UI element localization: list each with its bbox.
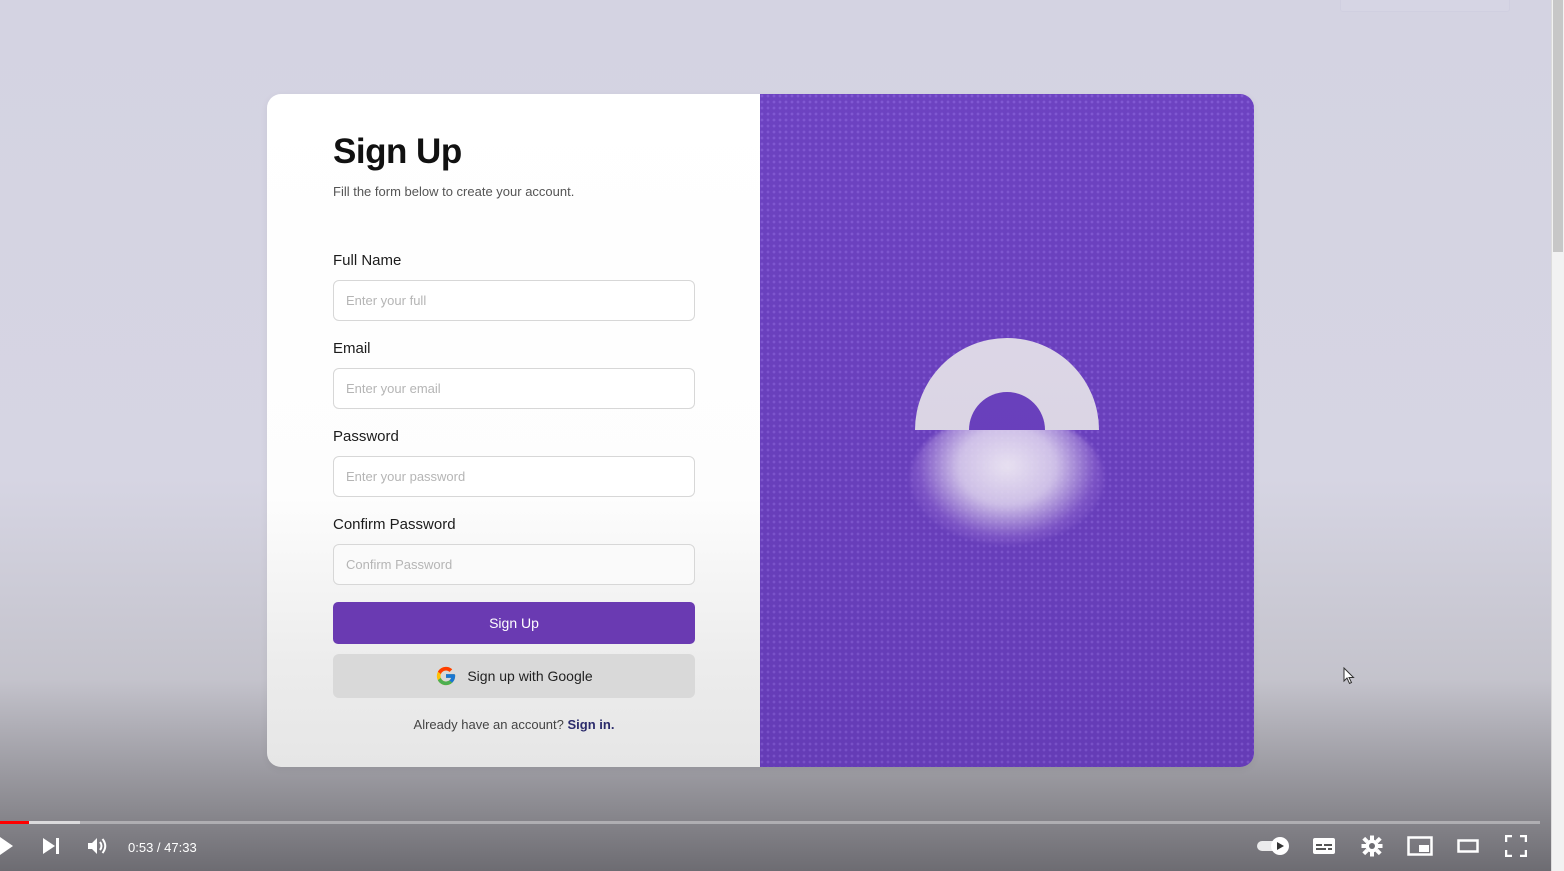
- page-title: Sign Up: [333, 132, 462, 171]
- form-panel: Sign Up Fill the form below to create yo…: [267, 94, 760, 767]
- played-fill: [0, 821, 29, 824]
- illustration-panel: [760, 94, 1254, 767]
- progress-bar[interactable]: [0, 821, 1540, 824]
- gear-icon: [1361, 835, 1383, 857]
- play-button[interactable]: [0, 835, 14, 857]
- lock-icon: [915, 338, 1099, 430]
- sign-in-link[interactable]: Sign in.: [568, 717, 615, 732]
- confirm-password-input[interactable]: [333, 544, 695, 585]
- scrollbar-thumb[interactable]: [1553, 0, 1563, 252]
- volume-icon: [88, 838, 107, 854]
- volume-button[interactable]: [86, 835, 110, 857]
- autoplay-toggle-icon: [1257, 837, 1289, 855]
- full-name-input[interactable]: [333, 280, 695, 321]
- lock-body-glow: [910, 414, 1104, 544]
- fullscreen-icon: [1505, 835, 1527, 857]
- signin-prompt: Already have an account?: [413, 717, 564, 732]
- sign-up-button[interactable]: Sign Up: [333, 602, 695, 644]
- confirm-password-label: Confirm Password: [333, 516, 456, 533]
- theater-mode-icon: [1457, 839, 1479, 853]
- signin-row: Already have an account? Sign in.: [333, 717, 695, 732]
- page-subtitle: Fill the form below to create your accou…: [333, 184, 575, 199]
- download-video-badge: [1340, 0, 1510, 12]
- miniplayer-icon: [1407, 836, 1433, 856]
- settings-button[interactable]: [1360, 835, 1384, 857]
- next-icon: [43, 838, 59, 854]
- google-icon: [437, 666, 456, 686]
- subtitles-button[interactable]: [1311, 835, 1337, 857]
- mouse-cursor-icon: [1343, 667, 1355, 685]
- password-input[interactable]: [333, 456, 695, 497]
- theater-mode-button[interactable]: [1456, 835, 1480, 857]
- google-button-label: Sign up with Google: [467, 668, 593, 684]
- google-sign-up-button[interactable]: Sign up with Google: [333, 654, 695, 698]
- autoplay-toggle[interactable]: [1255, 835, 1291, 857]
- video-player-controls: 0:53 / 47:33: [0, 821, 1552, 871]
- subtitles-icon: [1313, 838, 1335, 854]
- email-input[interactable]: [333, 368, 695, 409]
- full-name-label: Full Name: [333, 252, 402, 269]
- password-label: Password: [333, 428, 399, 445]
- time-display: 0:53 / 47:33: [128, 840, 197, 855]
- play-icon: [0, 837, 13, 855]
- next-button[interactable]: [40, 835, 62, 857]
- signup-card: Sign Up Fill the form below to create yo…: [267, 94, 1254, 767]
- page-scrollbar[interactable]: [1551, 0, 1564, 871]
- email-label: Email: [333, 340, 371, 357]
- fullscreen-button[interactable]: [1504, 835, 1528, 857]
- lock-shackle-hole: [969, 392, 1045, 430]
- miniplayer-button[interactable]: [1407, 835, 1433, 857]
